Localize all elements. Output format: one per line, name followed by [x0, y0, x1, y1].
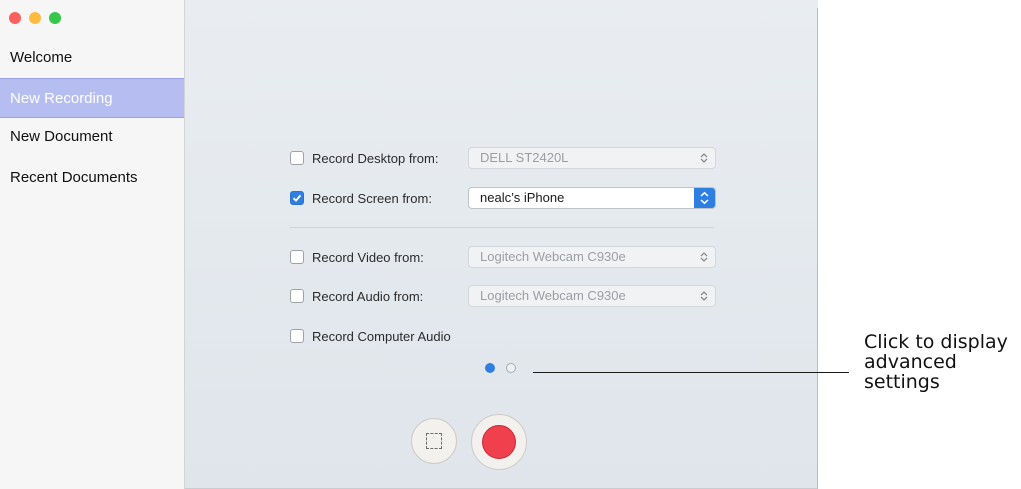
updown-chevron-icon [700, 252, 708, 262]
audio-source-value: Logitech Webcam C930e [480, 288, 626, 303]
updown-chevron-icon [694, 188, 715, 208]
select-region-button[interactable] [411, 418, 457, 464]
audio-source-select[interactable]: Logitech Webcam C930e [468, 285, 716, 307]
video-source-select[interactable]: Logitech Webcam C930e [468, 246, 716, 268]
sidebar-item-welcome[interactable]: Welcome [0, 38, 184, 78]
record-screen-row: Record Screen from: [290, 188, 432, 208]
record-desktop-row: Record Desktop from: [290, 148, 438, 168]
minimize-window-button[interactable] [29, 12, 41, 24]
record-icon [482, 425, 516, 459]
record-video-row: Record Video from: [290, 247, 424, 267]
record-audio-checkbox[interactable] [290, 289, 304, 303]
window-controls [9, 12, 61, 24]
page-indicator-2-advanced-settings[interactable] [506, 363, 516, 373]
record-button[interactable] [471, 414, 527, 470]
callout-leader-line [533, 372, 849, 373]
selection-region-icon [426, 433, 442, 449]
sidebar-item-new-document[interactable]: New Document [0, 117, 184, 157]
record-screen-checkbox[interactable] [290, 191, 304, 205]
updown-chevron-icon [700, 291, 708, 301]
updown-chevron-icon [700, 153, 708, 163]
sidebar-item-new-recording[interactable]: New Recording [0, 78, 184, 118]
screen-source-select[interactable]: nealc’s iPhone [468, 187, 716, 209]
page-indicator-1[interactable] [485, 363, 495, 373]
app-window: Welcome New Recording New Document Recen… [0, 0, 818, 489]
record-audio-label: Record Audio from: [312, 288, 424, 304]
record-video-label: Record Video from: [312, 249, 424, 265]
close-window-button[interactable] [9, 12, 21, 24]
checkmark-icon [292, 194, 302, 202]
record-computer-audio-checkbox[interactable] [290, 329, 304, 343]
callout-text: Click to display advanced settings [864, 331, 1008, 393]
record-computer-audio-label: Record Computer Audio [312, 328, 451, 344]
screen-source-value: nealc’s iPhone [480, 190, 565, 205]
record-screen-label: Record Screen from: [312, 190, 432, 206]
sidebar: Welcome New Recording New Document Recen… [0, 0, 185, 489]
record-desktop-checkbox[interactable] [290, 151, 304, 165]
record-computer-audio-row: Record Computer Audio [290, 326, 451, 346]
video-source-value: Logitech Webcam C930e [480, 249, 626, 264]
record-audio-row: Record Audio from: [290, 286, 423, 306]
desktop-source-value: DELL ST2420L [480, 150, 569, 165]
record-video-checkbox[interactable] [290, 250, 304, 264]
zoom-window-button[interactable] [49, 12, 61, 24]
window-right-border [817, 8, 818, 489]
desktop-source-select[interactable]: DELL ST2420L [468, 147, 716, 169]
sidebar-item-recent-documents[interactable]: Recent Documents [0, 158, 184, 198]
section-divider [290, 227, 714, 228]
record-desktop-label: Record Desktop from: [312, 150, 439, 166]
